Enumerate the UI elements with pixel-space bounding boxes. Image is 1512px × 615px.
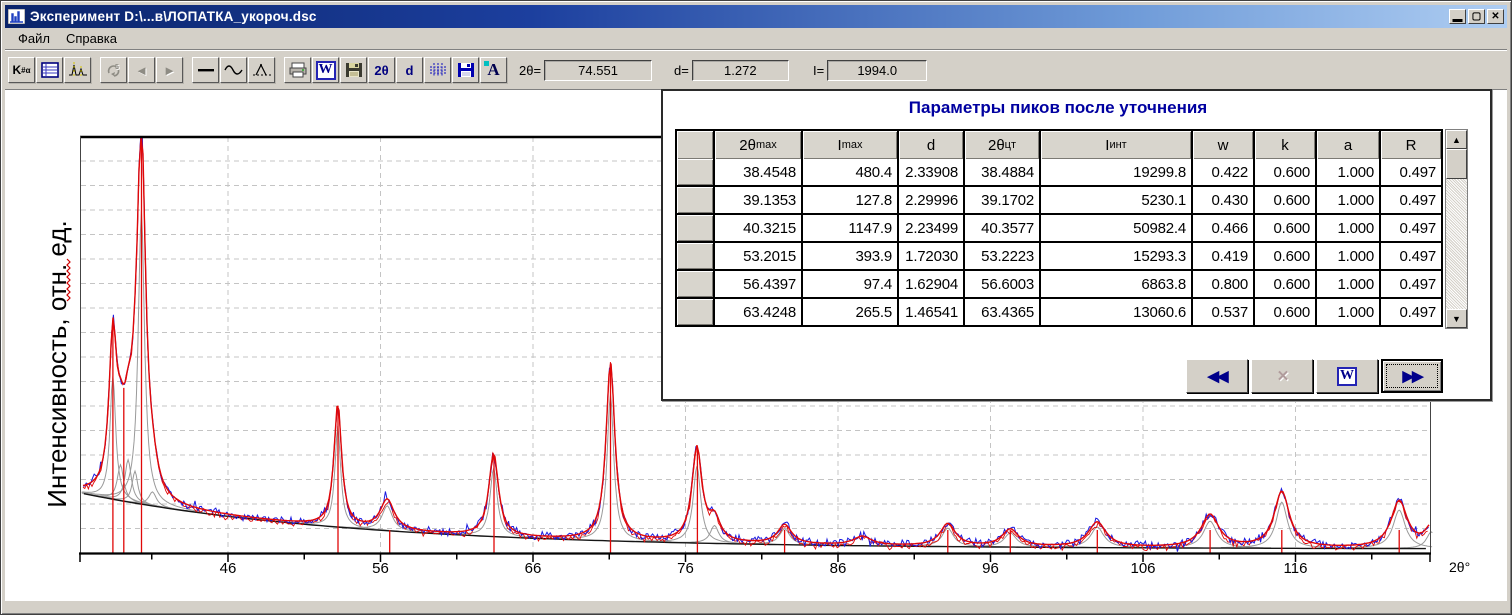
scroll-up-button[interactable]: ▲ bbox=[1446, 130, 1467, 149]
cell-r[interactable]: 0.497 bbox=[1381, 159, 1441, 185]
cell-w[interactable]: 0.419 bbox=[1193, 243, 1253, 269]
cell-k[interactable]: 0.600 bbox=[1255, 159, 1315, 185]
cell-k[interactable]: 0.600 bbox=[1255, 187, 1315, 213]
table-scrollbar[interactable]: ▲ ▼ bbox=[1445, 129, 1468, 329]
x-axis-unit: 2θ° bbox=[1449, 559, 1470, 575]
row-selector[interactable] bbox=[677, 187, 713, 213]
cell-i-int[interactable]: 15293.3 bbox=[1041, 243, 1191, 269]
svg-text:46: 46 bbox=[220, 560, 237, 577]
column-header-i-max[interactable]: Imax bbox=[803, 131, 897, 159]
cell-2theta-ct[interactable]: 53.2223 bbox=[965, 243, 1039, 269]
cell-r[interactable]: 0.497 bbox=[1381, 187, 1441, 213]
svg-text:106: 106 bbox=[1130, 560, 1155, 577]
column-header-a[interactable]: a bbox=[1317, 131, 1379, 159]
cell-i-max[interactable]: 97.4 bbox=[803, 271, 897, 297]
svg-text:56: 56 bbox=[372, 560, 389, 577]
cell-w[interactable]: 0.466 bbox=[1193, 215, 1253, 241]
cell-i-max[interactable]: 265.5 bbox=[803, 299, 897, 325]
column-header-d[interactable]: d bbox=[899, 131, 963, 159]
cell-2theta-max[interactable]: 53.2015 bbox=[715, 243, 801, 269]
peak-parameters-panel: Параметры пиков после уточнения 2θmaxIma… bbox=[661, 89, 1492, 401]
cell-k[interactable]: 0.600 bbox=[1255, 299, 1315, 325]
column-header-rowhdr[interactable] bbox=[677, 131, 713, 159]
column-header-i-int[interactable]: Iинт bbox=[1041, 131, 1191, 159]
cell-i-int[interactable]: 19299.8 bbox=[1041, 159, 1191, 185]
cell-i-int[interactable]: 13060.6 bbox=[1041, 299, 1191, 325]
cell-2theta-ct[interactable]: 63.4365 bbox=[965, 299, 1039, 325]
x-axis-labels: 46 56 66 76 86 96 106 116 2θ° bbox=[220, 559, 1471, 577]
panel-page-next-button[interactable]: ▶▶ bbox=[1381, 359, 1443, 393]
cell-2theta-max[interactable]: 56.4397 bbox=[715, 271, 801, 297]
cell-r[interactable]: 0.497 bbox=[1381, 271, 1441, 297]
row-selector[interactable] bbox=[677, 159, 713, 185]
column-header-k[interactable]: k bbox=[1255, 131, 1315, 159]
cell-k[interactable]: 0.600 bbox=[1255, 271, 1315, 297]
cell-a[interactable]: 1.000 bbox=[1317, 159, 1379, 185]
cell-2theta-ct[interactable]: 39.1702 bbox=[965, 187, 1039, 213]
cell-r[interactable]: 0.497 bbox=[1381, 299, 1441, 325]
cell-d[interactable]: 1.46541 bbox=[899, 299, 963, 325]
cell-a[interactable]: 1.000 bbox=[1317, 187, 1379, 213]
panel-word-export-button[interactable]: W bbox=[1316, 359, 1378, 393]
panel-nav-buttons: ◀◀✕ W ▶▶ bbox=[1186, 359, 1443, 393]
cell-2theta-ct[interactable]: 40.3577 bbox=[965, 215, 1039, 241]
cell-2theta-max[interactable]: 39.1353 bbox=[715, 187, 801, 213]
cell-i-max[interactable]: 127.8 bbox=[803, 187, 897, 213]
column-header-2theta-max[interactable]: 2θmax bbox=[715, 131, 801, 159]
panel-title: Параметры пиков после уточнения bbox=[663, 98, 1453, 118]
panel-delete-peak-button[interactable]: ✕ bbox=[1251, 359, 1313, 393]
y-axis-label: Интенсивность, отн. ед. bbox=[42, 199, 76, 529]
cell-2theta-ct[interactable]: 38.4884 bbox=[965, 159, 1039, 185]
scroll-down-button[interactable]: ▼ bbox=[1446, 309, 1467, 328]
cell-a[interactable]: 1.000 bbox=[1317, 271, 1379, 297]
cell-2theta-max[interactable]: 63.4248 bbox=[715, 299, 801, 325]
cell-i-int[interactable]: 6863.8 bbox=[1041, 271, 1191, 297]
svg-text:116: 116 bbox=[1284, 560, 1308, 577]
row-selector[interactable] bbox=[677, 243, 713, 269]
cell-r[interactable]: 0.497 bbox=[1381, 243, 1441, 269]
cell-w[interactable]: 0.430 bbox=[1193, 187, 1253, 213]
window-bottom-frame bbox=[5, 601, 1507, 610]
cell-a[interactable]: 1.000 bbox=[1317, 299, 1379, 325]
cell-k[interactable]: 0.600 bbox=[1255, 215, 1315, 241]
x-axis-ticks bbox=[80, 554, 1430, 562]
cell-i-int[interactable]: 5230.1 bbox=[1041, 187, 1191, 213]
cell-i-int[interactable]: 50982.4 bbox=[1041, 215, 1191, 241]
row-selector[interactable] bbox=[677, 215, 713, 241]
cell-w[interactable]: 0.422 bbox=[1193, 159, 1253, 185]
word-icon: W bbox=[1337, 367, 1357, 386]
cell-d[interactable]: 1.72030 bbox=[899, 243, 963, 269]
peak-table: 2θmaxImaxd2θцтIинтwkaR 38.4548480.42.3390… bbox=[675, 129, 1443, 327]
cell-i-max[interactable]: 393.9 bbox=[803, 243, 897, 269]
app-window: Эксперимент D:\...в\ЛОПАТКА_укороч.dsc ▬… bbox=[0, 0, 1512, 615]
row-selector[interactable] bbox=[677, 299, 713, 325]
column-header-w[interactable]: w bbox=[1193, 131, 1253, 159]
cell-w[interactable]: 0.800 bbox=[1193, 271, 1253, 297]
cell-i-max[interactable]: 480.4 bbox=[803, 159, 897, 185]
svg-text:96: 96 bbox=[982, 560, 999, 577]
cell-a[interactable]: 1.000 bbox=[1317, 215, 1379, 241]
panel-page-prev-button[interactable]: ◀◀ bbox=[1186, 359, 1248, 393]
scroll-thumb[interactable] bbox=[1446, 149, 1467, 179]
svg-text:76: 76 bbox=[677, 560, 694, 577]
cell-2theta-max[interactable]: 40.3215 bbox=[715, 215, 801, 241]
cell-2theta-ct[interactable]: 56.6003 bbox=[965, 271, 1039, 297]
cell-i-max[interactable]: 1147.9 bbox=[803, 215, 897, 241]
svg-text:86: 86 bbox=[830, 560, 847, 577]
cell-k[interactable]: 0.600 bbox=[1255, 243, 1315, 269]
cell-w[interactable]: 0.537 bbox=[1193, 299, 1253, 325]
column-header-2theta-ct[interactable]: 2θцт bbox=[965, 131, 1039, 159]
row-selector[interactable] bbox=[677, 271, 713, 297]
cell-2theta-max[interactable]: 38.4548 bbox=[715, 159, 801, 185]
cell-d[interactable]: 2.29996 bbox=[899, 187, 963, 213]
cell-d[interactable]: 2.33908 bbox=[899, 159, 963, 185]
cell-d[interactable]: 2.23499 bbox=[899, 215, 963, 241]
cell-a[interactable]: 1.000 bbox=[1317, 243, 1379, 269]
column-header-r[interactable]: R bbox=[1381, 131, 1441, 159]
cell-d[interactable]: 1.62904 bbox=[899, 271, 963, 297]
svg-text:66: 66 bbox=[525, 560, 542, 577]
cell-r[interactable]: 0.497 bbox=[1381, 215, 1441, 241]
